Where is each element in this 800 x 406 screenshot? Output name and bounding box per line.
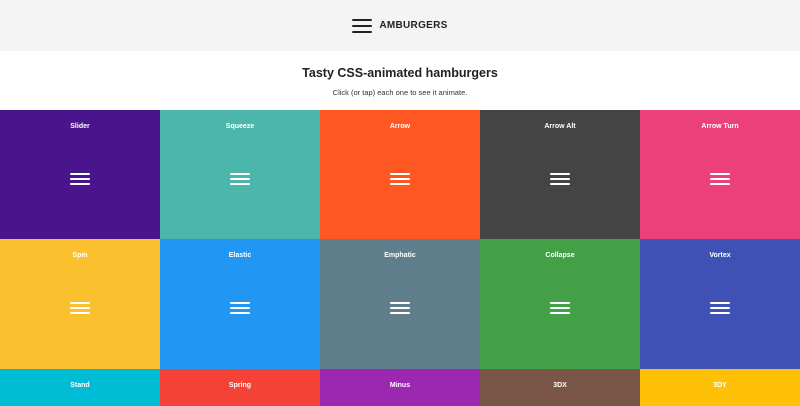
- tile-slider[interactable]: Slider: [0, 110, 160, 239]
- brand-title: AMBURGERS: [379, 20, 448, 31]
- tile-minus[interactable]: Minus: [320, 369, 480, 406]
- page-title: Tasty CSS-animated hamburgers: [302, 66, 498, 80]
- tile-spin[interactable]: Spin: [0, 239, 160, 369]
- hamburger-icon[interactable]: [390, 173, 410, 185]
- tile-arrow-alt[interactable]: Arrow Alt: [480, 110, 640, 239]
- tile-3dx[interactable]: 3DX: [480, 369, 640, 406]
- tile-vortex[interactable]: Vortex: [640, 239, 800, 369]
- tile-collapse[interactable]: Collapse: [480, 239, 640, 369]
- intro-section: Tasty CSS-animated hamburgers Click (or …: [0, 51, 800, 110]
- hamburger-icon[interactable]: [550, 302, 570, 314]
- hamburger-icon[interactable]: [70, 173, 90, 185]
- tile-squeeze[interactable]: Squeeze: [160, 110, 320, 239]
- hamburger-icon[interactable]: [352, 18, 373, 33]
- tile-label: Arrow: [389, 123, 411, 130]
- tile-label: Slider: [70, 123, 90, 130]
- hamburger-icon[interactable]: [710, 173, 730, 185]
- tile-label: Elastic: [228, 252, 252, 259]
- hamburger-grid: Slider Squeeze Arrow Arrow Alt Arrow Tur…: [0, 110, 800, 406]
- tile-stand[interactable]: Stand: [0, 369, 160, 406]
- tile-label: Spring: [228, 382, 252, 389]
- tile-label: Spin: [72, 252, 88, 259]
- tile-label: Stand: [70, 382, 90, 389]
- hamburger-icon[interactable]: [230, 302, 250, 314]
- tile-label: Arrow Alt: [544, 123, 576, 130]
- tile-label: Squeeze: [225, 123, 255, 130]
- hamburger-icon[interactable]: [70, 302, 90, 314]
- tile-label: Minus: [389, 382, 411, 389]
- tile-label: Arrow Turn: [701, 123, 739, 130]
- tile-label: Vortex: [709, 252, 731, 259]
- top-bar: AMBURGERS: [0, 0, 800, 51]
- hamburger-icon[interactable]: [710, 302, 730, 314]
- hamburger-icon[interactable]: [550, 173, 570, 185]
- tile-label: Emphatic: [384, 252, 416, 259]
- hamburger-icon[interactable]: [230, 173, 250, 185]
- hamburger-icon[interactable]: [390, 302, 410, 314]
- tile-spring[interactable]: Spring: [160, 369, 320, 406]
- tile-arrow[interactable]: Arrow: [320, 110, 480, 239]
- tile-arrow-turn[interactable]: Arrow Turn: [640, 110, 800, 239]
- tile-label: 3DY: [713, 382, 727, 389]
- tile-emphatic[interactable]: Emphatic: [320, 239, 480, 369]
- page-subtitle: Click (or tap) each one to see it animat…: [332, 88, 468, 97]
- tile-3dy[interactable]: 3DY: [640, 369, 800, 406]
- tile-label: Collapse: [545, 252, 575, 259]
- tile-elastic[interactable]: Elastic: [160, 239, 320, 369]
- tile-label: 3DX: [553, 382, 567, 389]
